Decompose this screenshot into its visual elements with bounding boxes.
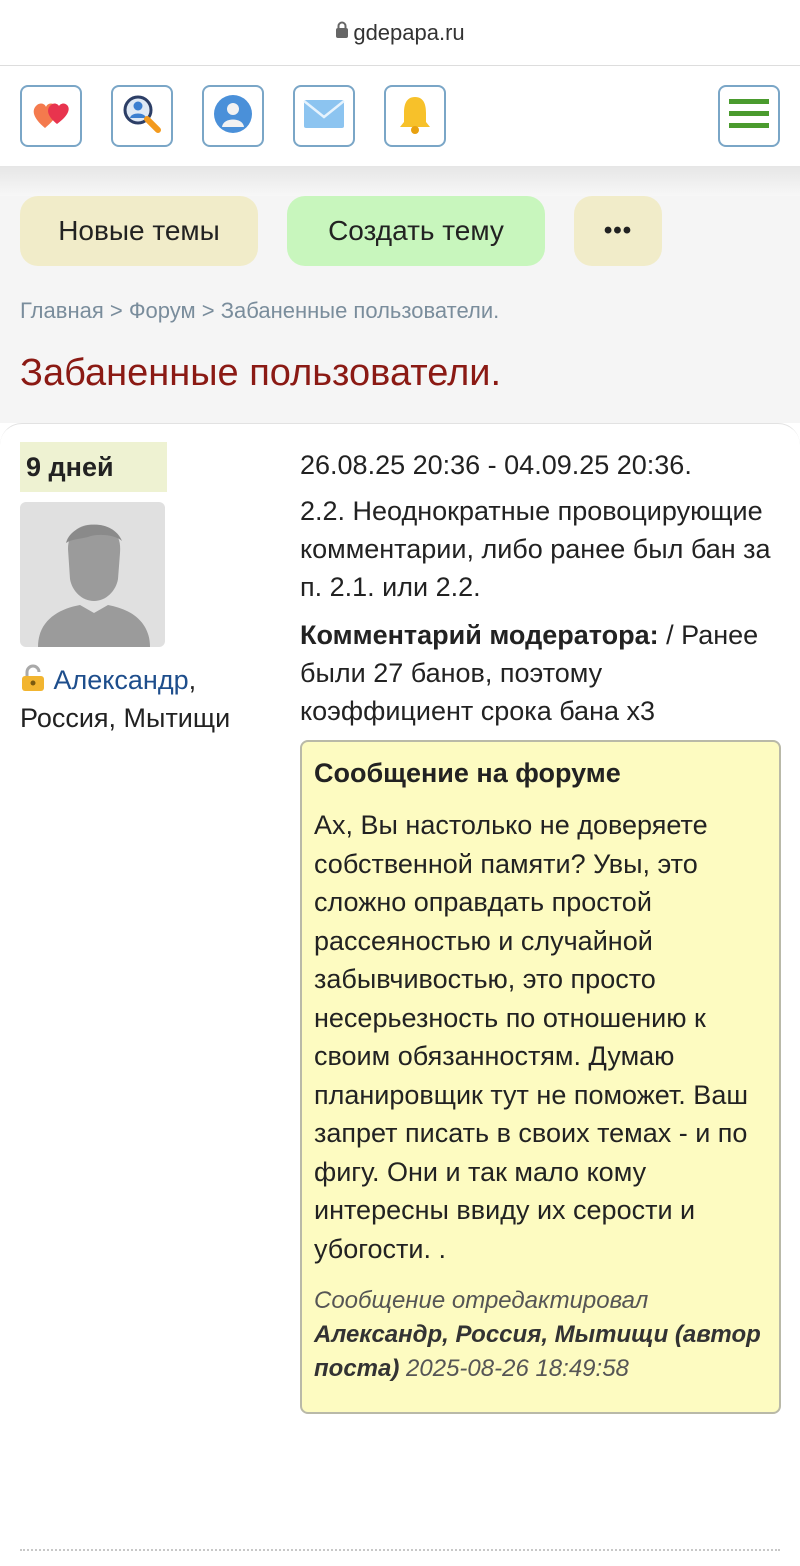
bell-icon [397, 93, 433, 140]
forum-post-title: Сообщение на форуме [314, 758, 621, 788]
url-text: gdepapa.ru [353, 19, 465, 45]
messages-button[interactable] [293, 85, 355, 147]
menu-button[interactable] [718, 85, 780, 147]
breadcrumb-current: Забаненные пользователи. [220, 298, 500, 323]
moderator-comment: Комментарий модератора: / Ранее были 27 … [300, 616, 781, 730]
edit-note-prefix: Сообщение отредактировал [314, 1287, 649, 1314]
page-title: Забаненные пользователи. [20, 352, 502, 394]
lock-icon [335, 21, 349, 44]
edit-note: Сообщение отредактировал Александр, Росс… [314, 1284, 767, 1386]
edit-note-timestamp: 2025-08-26 18:49:58 [399, 1355, 629, 1382]
ban-period: 26.08.25 20:36 - 04.09.25 20:36. [300, 450, 692, 480]
ban-entry-card: 9 дней Александр, Россия, Мытищи 26.08.2… [0, 423, 800, 1551]
padlock-icon [20, 664, 54, 695]
more-options-button[interactable]: ••• [574, 196, 662, 266]
action-buttons: Новые темы Создать тему ••• [20, 196, 780, 266]
moderator-comment-label: Комментарий модератора: [300, 620, 659, 650]
browser-url-bar[interactable]: gdepapa.ru [0, 0, 800, 66]
search-user-icon [121, 93, 163, 140]
mail-icon [303, 98, 345, 135]
breadcrumb: Главная > Форум > Забаненные пользовател… [20, 298, 780, 324]
top-icon-bar [0, 66, 800, 166]
entry-divider [20, 1549, 780, 1551]
profile-icon [212, 93, 254, 140]
hearts-button[interactable] [20, 85, 82, 147]
default-avatar-icon [37, 524, 150, 647]
notifications-button[interactable] [384, 85, 446, 147]
breadcrumb-forum[interactable]: Форум [129, 298, 196, 323]
ban-user-column: 9 дней Александр, Россия, Мытищи [20, 442, 300, 1414]
user-name-comma: , [188, 665, 197, 695]
forum-post-text: Ах, Вы настолько не доверяете собственно… [314, 810, 748, 1264]
header-shadow [0, 166, 800, 196]
banned-user-link[interactable]: Александр [54, 665, 189, 695]
breadcrumb-separator: > [195, 298, 221, 323]
search-users-button[interactable] [111, 85, 173, 147]
forum-post-quote: Сообщение на форуме Ах, Вы настолько не … [300, 740, 781, 1414]
ban-reason: 2.2. Неоднократные провоцирующие коммент… [300, 496, 771, 602]
hearts-icon [31, 96, 71, 137]
breadcrumb-separator: > [103, 298, 129, 323]
ban-details-column: 26.08.25 20:36 - 04.09.25 20:36. 2.2. Не… [300, 442, 781, 1414]
hamburger-menu-icon [729, 97, 769, 136]
page-header: Новые темы Создать тему ••• Главная > Фо… [0, 196, 800, 423]
create-topic-button[interactable]: Создать тему [287, 196, 545, 266]
profile-button[interactable] [202, 85, 264, 147]
banned-user-info: Александр, Россия, Мытищи [20, 661, 300, 737]
breadcrumb-home[interactable]: Главная [20, 298, 104, 323]
banned-user-location: Россия, Мытищи [20, 703, 231, 733]
new-topics-button[interactable]: Новые темы [20, 196, 258, 266]
ban-duration-badge: 9 дней [20, 442, 167, 492]
avatar[interactable] [20, 502, 165, 647]
